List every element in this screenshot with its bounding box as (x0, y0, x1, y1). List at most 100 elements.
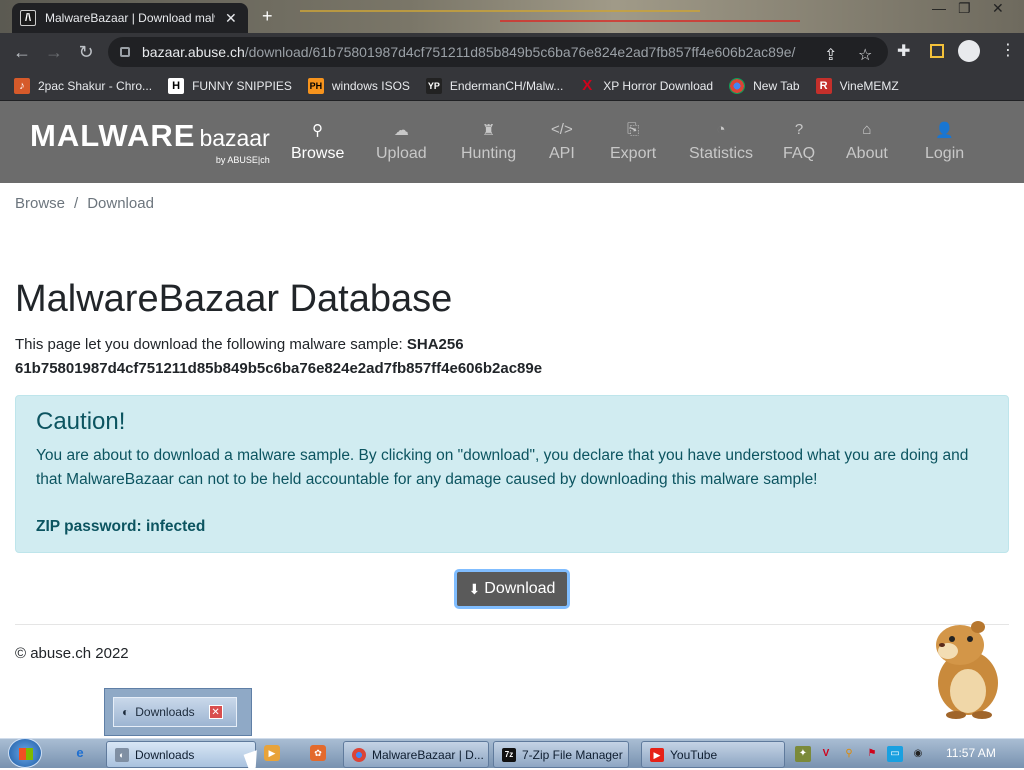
intro-sentence: This page let you download the following… (15, 336, 407, 353)
export-icon: ⎘ (627, 121, 640, 138)
nav-label: Export (610, 145, 657, 162)
tray-monitor-icon[interactable]: ▭ (887, 746, 903, 762)
popup-item[interactable]: ◐ Downloads ✕ (113, 697, 237, 727)
folder-icon: ◐ (115, 747, 129, 762)
start-button[interactable] (8, 738, 42, 768)
tab-close-icon[interactable]: ✕ (225, 10, 237, 27)
nav-faq[interactable]: ? FAQ (783, 121, 815, 163)
bookmark-item[interactable]: H FUNNY SNIPPIES (168, 77, 292, 94)
url-path: /download/61b75801987d4cf751211d85b849b5… (244, 44, 796, 60)
tray-flag-icon[interactable]: ⚑ (864, 746, 880, 762)
download-button[interactable]: ⬇ Download (454, 569, 570, 609)
window-minimize-button[interactable]: — (932, 0, 946, 16)
intro-text: This page let you download the following… (15, 333, 1005, 381)
alert-title: Caution! (36, 408, 126, 435)
nav-export[interactable]: ⎘ Export (610, 121, 656, 163)
bookmark-label: windows ISOS (331, 78, 410, 93)
footer-divider (15, 624, 1009, 625)
taskbar-label: MalwareBazaar | D... (372, 747, 484, 762)
nav-login[interactable]: 👤 Login (925, 121, 964, 163)
nav-label: Hunting (461, 145, 517, 162)
window-close-button[interactable]: ✕ (992, 0, 1004, 17)
hamster-mascot-icon[interactable] (920, 615, 1010, 720)
bookmark-label: VineMEMZ (839, 78, 899, 93)
logo-by: by ABUSE|ch (215, 155, 270, 165)
breadcrumb-browse-link[interactable]: Browse (15, 195, 65, 212)
nav-about[interactable]: ⌂ About (846, 121, 888, 163)
nav-upload[interactable]: ☁ Upload (376, 121, 427, 163)
pie-chart-icon: ◔ (716, 121, 726, 138)
window-restore-button[interactable]: ❐ (958, 0, 971, 17)
taskbar-label: Downloads (135, 747, 195, 762)
wallpaper-streak (300, 10, 700, 12)
bookmark-item[interactable]: ♪ 2pac Shakur - Chro... (14, 77, 153, 94)
bookmark-item[interactable]: PH windows ISOS (307, 77, 410, 94)
user-icon: 👤 (935, 122, 954, 139)
tab-favicon-icon: /\ (20, 10, 36, 26)
logo-main: MALWARE (30, 118, 196, 153)
yp-logo-icon: YP (425, 77, 442, 94)
nav-hunting[interactable]: ♜ Hunting (461, 121, 516, 163)
media-player-icon[interactable]: ▶ (264, 745, 280, 761)
taskbar-thumbnail-popup[interactable]: ◐ Downloads ✕ (104, 688, 252, 736)
browser-tab-active[interactable]: /\ MalwareBazaar | Download malw ✕ (12, 3, 248, 33)
taskbar-label: YouTube (670, 747, 718, 762)
taskbar-clock[interactable]: 11:57 AM (946, 746, 996, 760)
back-arrow-icon[interactable]: ← (6, 42, 38, 63)
x-logo-icon: X (582, 76, 593, 94)
wallpaper-streak (500, 20, 800, 22)
bookmark-item[interactable]: R VineMEMZ (815, 77, 899, 94)
tray-volume-icon[interactable]: ◉ (910, 746, 926, 762)
7zip-icon: 7z (502, 747, 516, 762)
url-input[interactable]: bazaar.abuse.ch/download/61b75801987d4cf… (108, 37, 888, 67)
internet-explorer-icon[interactable]: e (70, 743, 90, 763)
binoculars-icon: ♜ (481, 122, 496, 139)
extensions-puzzle-icon[interactable]: ✚ (897, 41, 915, 60)
bookmark-item[interactable]: New Tab (729, 77, 800, 94)
taskbar-item-downloads[interactable]: ◐ Downloads (106, 741, 256, 768)
cloud-upload-icon: ☁ (393, 122, 409, 139)
browser-tab-strip: /\ MalwareBazaar | Download malw ✕ + — ❐… (0, 0, 1024, 33)
caution-alert: Caution! You are about to download a mal… (15, 395, 1009, 553)
forward-arrow-icon[interactable]: → (38, 42, 70, 63)
share-icon[interactable]: ⇪ (824, 45, 837, 65)
windows-logo-icon (19, 748, 33, 760)
bookmark-label: 2pac Shakur - Chro... (38, 78, 153, 93)
taskbar-item-chrome[interactable]: MalwareBazaar | D... (343, 741, 489, 768)
nav-api[interactable]: </> API (549, 121, 575, 163)
nav-label: About (846, 145, 888, 162)
folder-icon: ◐ (122, 705, 130, 719)
nav-label: Browse (291, 145, 345, 162)
sha256-hash: 61b75801987d4cf751211d85b849b5c6ba76e824… (15, 360, 543, 377)
tray-app-icon[interactable]: ✦ (795, 746, 811, 762)
nav-statistics[interactable]: ◔ Statistics (689, 121, 753, 163)
bookmark-item[interactable]: YP EndermanCH/Malw... (425, 77, 563, 94)
nav-browse[interactable]: ⚲ Browse (291, 121, 344, 163)
app-icon[interactable]: ✿ (310, 745, 326, 761)
search-icon: ⚲ (312, 122, 324, 139)
question-icon: ? (794, 121, 804, 138)
chrome-icon (729, 77, 746, 94)
new-tab-button[interactable]: + (262, 6, 273, 27)
browser-menu-icon[interactable]: ⋮ (1000, 40, 1016, 60)
taskbar-item-youtube[interactable]: ▶ YouTube (641, 741, 785, 768)
profile-avatar[interactable] (958, 40, 980, 62)
music-icon: ♪ (14, 77, 30, 94)
tray-search-icon[interactable]: ⚲ (841, 746, 857, 762)
nav-label: Statistics (689, 145, 754, 162)
side-panel-icon[interactable] (930, 44, 944, 58)
tray-v-icon[interactable]: V (818, 746, 834, 762)
taskbar-item-7zip[interactable]: 7z 7-Zip File Manager (493, 741, 629, 768)
tab-title: MalwareBazaar | Download malw (45, 11, 215, 25)
zip-password: ZIP password: infected (36, 518, 206, 535)
nav-label: Upload (376, 145, 427, 162)
reload-icon[interactable]: ↻ (70, 42, 102, 63)
close-icon[interactable]: ✕ (208, 705, 223, 719)
bookmark-star-icon[interactable]: ☆ (858, 45, 872, 65)
breadcrumb: Browse / Download (15, 195, 154, 212)
bookmark-item[interactable]: X XP Horror Download (579, 76, 713, 94)
site-logo[interactable]: MALWARE bazaar by ABUSE|ch (30, 118, 270, 165)
youtube-icon: ▶ (650, 747, 664, 762)
code-icon: </> (551, 121, 573, 138)
bookmark-label: FUNNY SNIPPIES (192, 78, 292, 93)
